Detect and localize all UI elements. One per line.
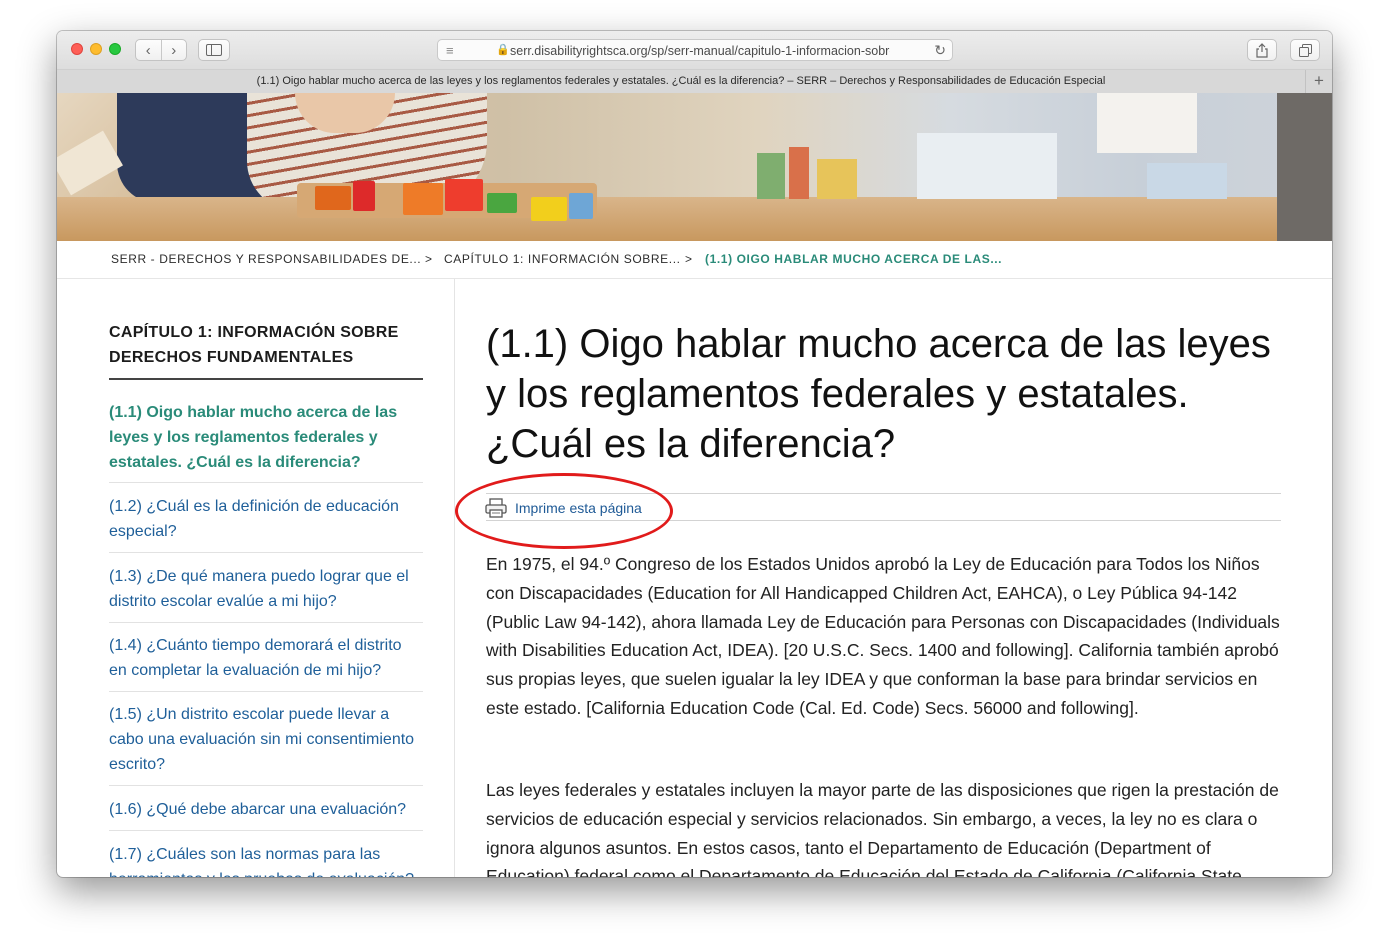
page-title: (1.1) Oigo hablar mucho acerca de las le… bbox=[486, 322, 1271, 466]
sidebar-toggle-button[interactable] bbox=[198, 39, 230, 61]
zoom-window-button[interactable] bbox=[109, 43, 121, 55]
paragraph-1: En 1975, el 94.º Congreso de los Estados… bbox=[486, 554, 1280, 718]
paragraph-2: Las leyes federales y estatales incluyen… bbox=[486, 780, 1279, 877]
breadcrumb: SERR - DERECHOS Y RESPONSABILIDADES DE..… bbox=[57, 241, 1332, 279]
active-tab[interactable]: (1.1) Oigo hablar mucho acerca de las le… bbox=[57, 70, 1305, 93]
history-nav: ‹ › bbox=[135, 39, 187, 61]
share-icon bbox=[1256, 42, 1268, 58]
sidebar-icon bbox=[206, 44, 222, 56]
sidebar-divider bbox=[109, 830, 423, 831]
column-divider bbox=[454, 279, 455, 877]
breadcrumb-separator: > bbox=[425, 252, 433, 266]
annotation-ellipse bbox=[455, 473, 673, 549]
reload-icon[interactable]: ↻ bbox=[934, 42, 946, 59]
breadcrumb-link-manual[interactable]: SERR - DERECHOS Y RESPONSABILIDADES DE..… bbox=[111, 252, 421, 266]
close-window-button[interactable] bbox=[71, 43, 83, 55]
back-arrow-icon[interactable]: ‹ bbox=[136, 40, 162, 60]
breadcrumb-current-page: (1.1) OIGO HABLAR MUCHO ACERCA DE LAS... bbox=[705, 252, 1003, 266]
sidebar-divider bbox=[109, 691, 423, 692]
sidebar-item-1-4[interactable]: (1.4) ¿Cuánto tiempo demorará el distrit… bbox=[109, 633, 423, 683]
sidebar-item-1-3[interactable]: (1.3) ¿De qué manera puedo lograr que el… bbox=[109, 564, 423, 614]
reader-view-icon[interactable]: ≡ bbox=[446, 43, 454, 58]
browser-toolbar: ‹ › ≡ 🔒 serr.disabilityrightsca.org/sp/s… bbox=[57, 31, 1332, 70]
forward-arrow-icon[interactable]: › bbox=[162, 40, 187, 60]
minimize-window-button[interactable] bbox=[90, 43, 102, 55]
breadcrumb-separator: > bbox=[685, 252, 693, 266]
sidebar-divider bbox=[109, 552, 423, 553]
sidebar-title-rule bbox=[109, 378, 423, 380]
hero-banner-image bbox=[57, 93, 1332, 241]
sidebar-title: CAPÍTULO 1: INFORMACIÓN SOBRE DERECHOS F… bbox=[109, 324, 399, 366]
sidebar-item-1-7[interactable]: (1.7) ¿Cuáles son las normas para las he… bbox=[109, 842, 423, 877]
tab-bar: (1.1) Oigo hablar mucho acerca de las le… bbox=[57, 70, 1332, 94]
lock-icon: 🔒 bbox=[496, 44, 510, 56]
sidebar-item-1-2[interactable]: (1.2) ¿Cuál es la definición de educació… bbox=[109, 494, 423, 544]
tabs-overview-icon bbox=[1298, 43, 1312, 57]
sidebar-divider bbox=[109, 482, 423, 483]
sidebar-item-1-1[interactable]: (1.1) Oigo hablar mucho acerca de las le… bbox=[109, 400, 423, 475]
tab-overview-button[interactable] bbox=[1290, 39, 1320, 61]
sidebar-item-1-5[interactable]: (1.5) ¿Un distrito escolar puede llevar … bbox=[109, 702, 423, 777]
breadcrumb-link-chapter[interactable]: CAPÍTULO 1: INFORMACIÓN SOBRE... bbox=[444, 252, 681, 266]
url-text[interactable]: serr.disabilityrightsca.org/sp/serr-manu… bbox=[510, 44, 890, 58]
share-button[interactable] bbox=[1247, 39, 1277, 61]
address-bar[interactable]: ≡ 🔒 serr.disabilityrightsca.org/sp/serr-… bbox=[437, 39, 953, 61]
new-tab-button[interactable]: + bbox=[1305, 70, 1332, 93]
sidebar-divider bbox=[109, 622, 423, 623]
sidebar-divider bbox=[109, 785, 423, 786]
sidebar-item-1-6[interactable]: (1.6) ¿Qué debe abarcar una evaluación? bbox=[109, 797, 423, 822]
browser-window: ‹ › ≡ 🔒 serr.disabilityrightsca.org/sp/s… bbox=[57, 31, 1332, 877]
